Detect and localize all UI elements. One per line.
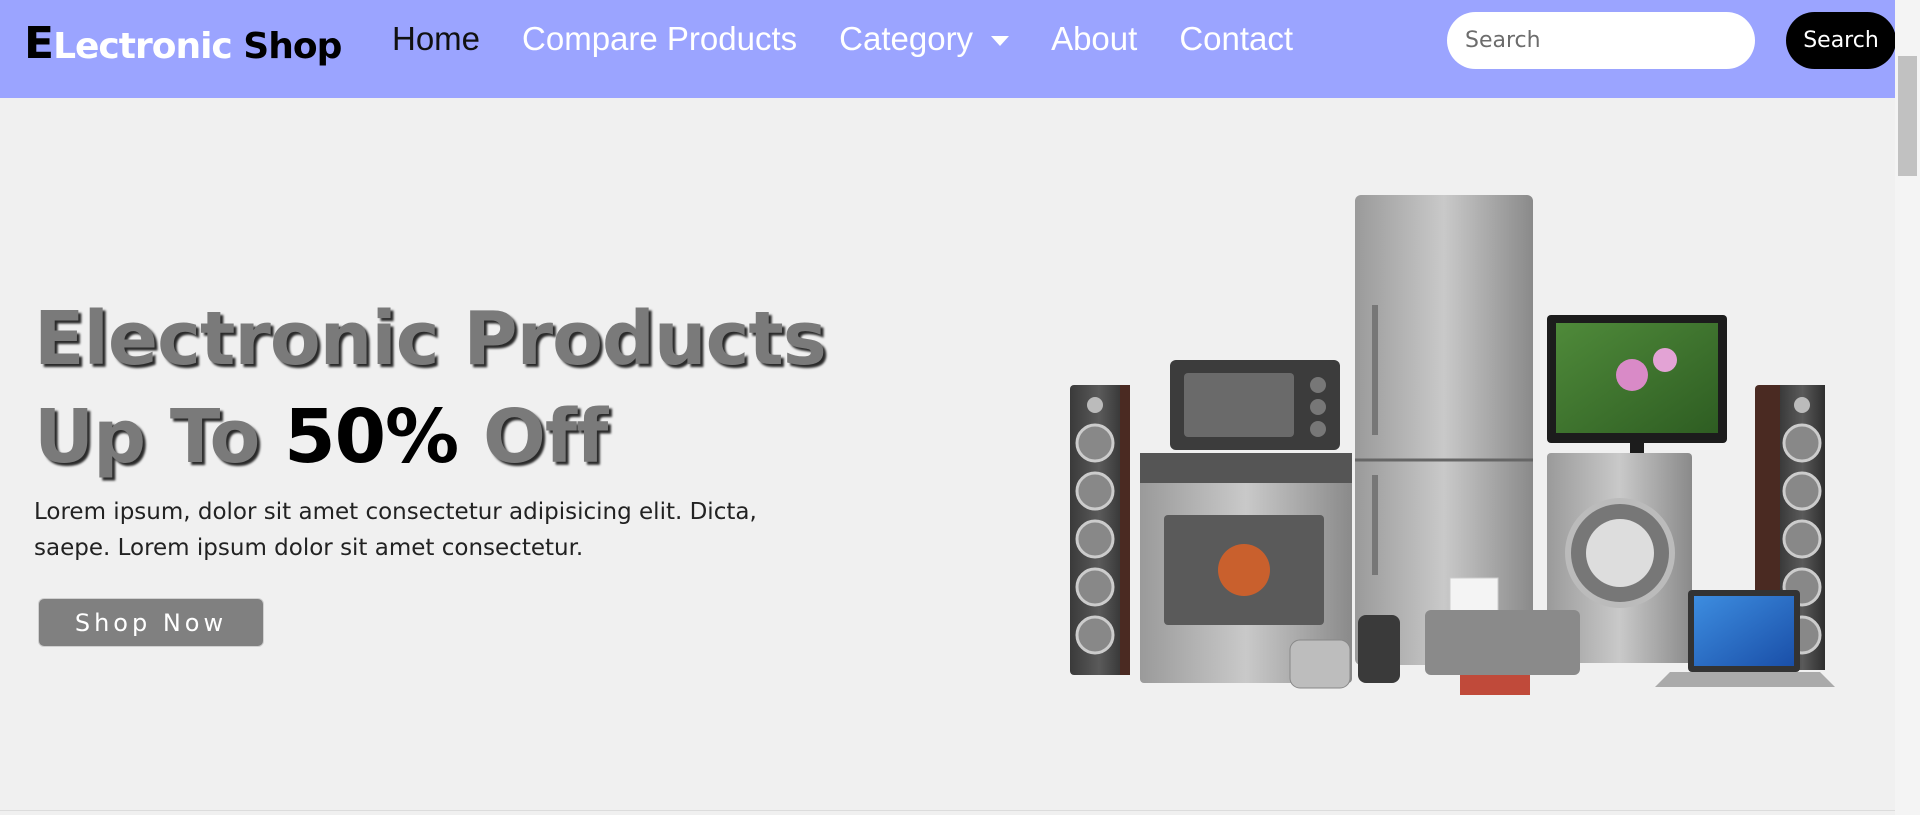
nav-about[interactable]: About: [1030, 20, 1158, 58]
hero-title-prefix: Up To: [34, 394, 285, 480]
refrigerator-icon: [1355, 195, 1533, 665]
chevron-down-icon: [991, 36, 1010, 46]
navbar: ELectronic Shop Home Compare Products Ca…: [0, 0, 1920, 98]
hero-title-suffix: Off: [458, 394, 608, 480]
speaker-left-icon: [1070, 385, 1130, 675]
nav-category-label: Category: [839, 20, 974, 57]
scrollbar-thumb[interactable]: [1898, 56, 1917, 176]
brand-first-letter: E: [24, 18, 54, 69]
brand-logo[interactable]: ELectronic Shop: [24, 18, 342, 69]
nav-category-dropdown[interactable]: Category: [818, 20, 1030, 58]
nav-home[interactable]: Home: [392, 20, 501, 58]
hero-discount-highlight: 50%: [284, 394, 459, 480]
television-icon: [1547, 315, 1727, 453]
hero-title-line2: Up To 50% Off: [34, 388, 826, 486]
brand-middle: Lectronic: [53, 26, 233, 67]
kettle-icon: [1358, 615, 1400, 683]
main-nav: Home Compare Products Category About Con…: [392, 20, 1314, 58]
microwave-icon: [1170, 360, 1340, 450]
hero-title: Electronic Products Up To 50% Off: [34, 290, 827, 486]
hero-description: Lorem ipsum, dolor sit amet consectetur …: [34, 499, 757, 561]
shop-now-button[interactable]: Shop Now: [38, 598, 264, 647]
search-input[interactable]: [1447, 12, 1755, 69]
toaster-icon: [1289, 639, 1351, 689]
nav-contact[interactable]: Contact: [1158, 20, 1314, 58]
hero-title-line1: Electronic Products: [34, 296, 827, 382]
search-button[interactable]: Search: [1786, 12, 1896, 69]
nav-compare-products[interactable]: Compare Products: [501, 20, 818, 58]
section-divider: [0, 810, 1895, 811]
brand-tail: Shop: [231, 26, 342, 67]
appliances-hero-image: [1070, 195, 1835, 695]
